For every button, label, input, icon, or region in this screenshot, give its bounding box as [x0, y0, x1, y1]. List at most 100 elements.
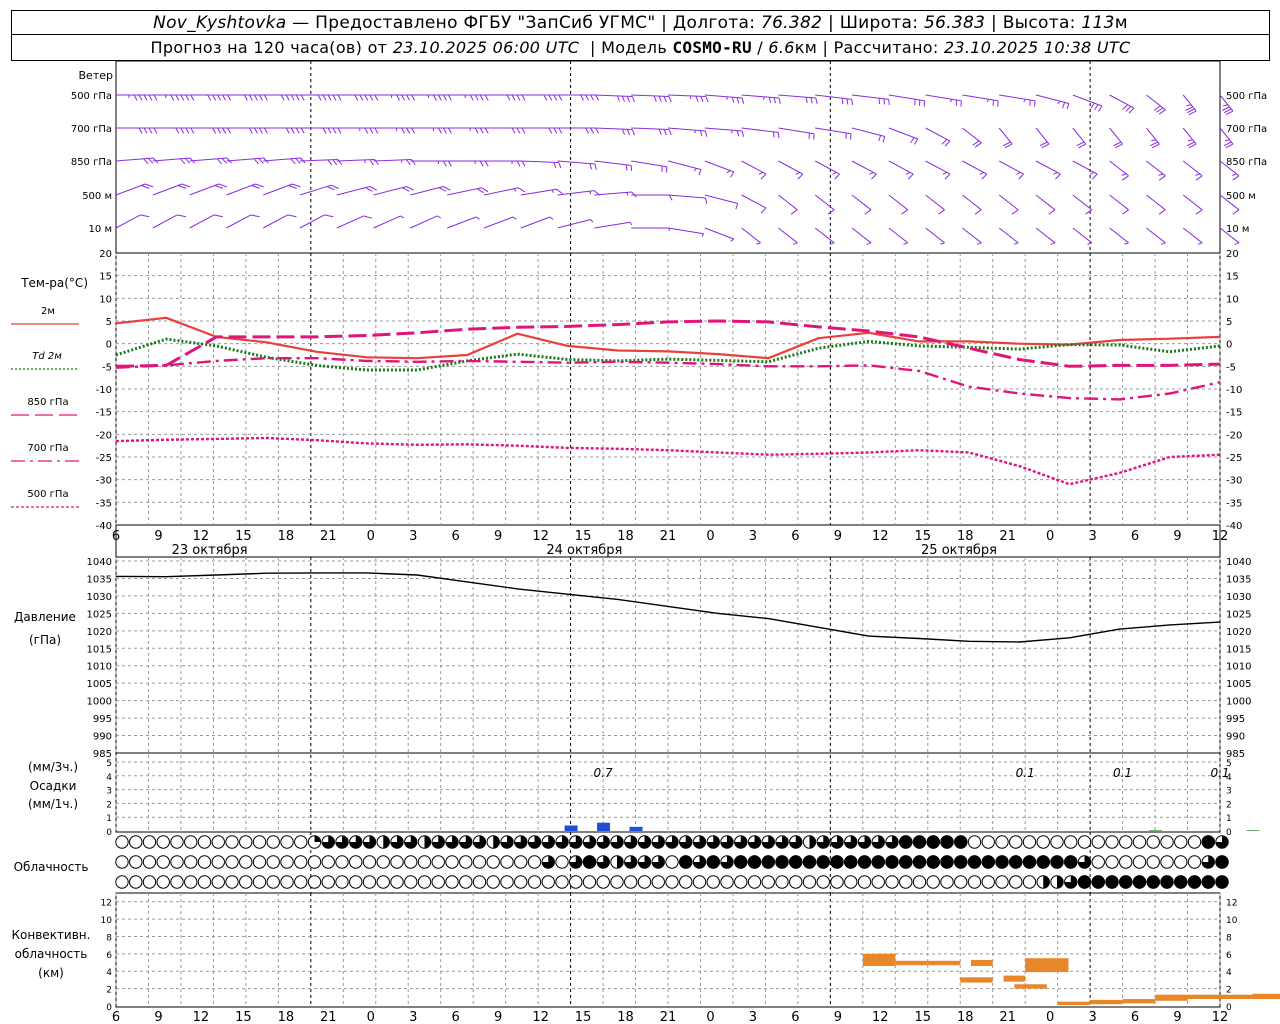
temp-legend-label: Td 2м [32, 351, 62, 362]
wind-barb [336, 186, 378, 196]
cloud-symbol [1146, 855, 1160, 869]
conv-tick-label-right: 6 [1226, 951, 1232, 961]
temp-tick-label-left: 10 [99, 294, 112, 305]
pressure-tick-label-left: 1000 [87, 697, 112, 708]
time-tick-label: 9 [154, 1010, 162, 1024]
time-tick-label: 15 [575, 1010, 592, 1024]
wind-barb [925, 194, 945, 215]
wind-barb [851, 227, 872, 245]
cloud-symbol [156, 855, 170, 869]
temp-tick-label-right: 15 [1226, 272, 1239, 283]
time-tick-label: 6 [1131, 1010, 1139, 1024]
wind-barb [189, 94, 232, 101]
wind-barb [410, 186, 451, 196]
cloud-symbol [156, 835, 170, 849]
time-tick-label: 21 [660, 1010, 677, 1024]
cloud-symbol-fill [1119, 875, 1133, 889]
cloud-symbol [142, 855, 157, 869]
wind-barb [116, 127, 158, 134]
cloud-symbol-fill [789, 855, 803, 869]
time-tick-label: 0 [367, 1010, 375, 1024]
cloud-symbol [981, 875, 995, 889]
cloud-symbol [362, 855, 377, 869]
time-tick-label: 0 [367, 529, 375, 544]
pressure-tick-label-left: 1035 [87, 574, 112, 585]
temp-tick-label-left: -15 [96, 408, 112, 419]
cloud-symbol [252, 875, 267, 889]
wind-barb [1035, 194, 1056, 215]
precip-bar [564, 825, 578, 831]
time-tick-label: 12 [193, 529, 210, 544]
time-tick-label: 9 [834, 529, 842, 544]
precip-tick-label-left: 2 [106, 800, 112, 810]
pressure-axis-label: Давление [14, 610, 76, 624]
pressure-tick-label-left: 1005 [87, 679, 112, 690]
cloud-symbol [527, 875, 542, 889]
wind-barb [557, 127, 600, 134]
cloud-symbol [500, 855, 514, 869]
wind-barb [925, 160, 951, 180]
wind-barb [594, 127, 635, 136]
wind-barb [1072, 194, 1093, 215]
cloud-symbol [514, 875, 528, 889]
cloud-symbol [486, 875, 500, 889]
wind-barb [115, 214, 150, 229]
wind-barb [814, 160, 840, 180]
temp-legend-label: 2м [41, 306, 55, 317]
cloud-symbol [211, 835, 225, 849]
wind-barb [667, 160, 702, 176]
precip-bar [629, 826, 643, 831]
cloud-symbol-fill [679, 855, 693, 869]
conv-cloud-block [1155, 994, 1188, 1001]
time-tick-label: 21 [999, 529, 1016, 544]
wind-barb [410, 215, 442, 229]
wind-barb [741, 94, 781, 104]
temp-tick-label-right: -25 [1226, 453, 1242, 464]
precip-tick-label-left: 1 [106, 814, 112, 824]
cloud-symbol [527, 855, 542, 869]
wind-barb [299, 159, 343, 166]
cloud-symbol-fill [816, 855, 830, 869]
time-tick-label: 0 [1046, 529, 1054, 544]
cloud-symbol [252, 855, 267, 869]
wind-barb [667, 227, 705, 237]
cloud-symbol-fill [1174, 875, 1188, 889]
time-tick-label: 15 [235, 529, 252, 544]
cloud-symbol [225, 855, 239, 869]
temp-tick-label-left: -35 [96, 498, 112, 509]
cloud-symbol [459, 855, 473, 869]
time-tick-label: 12 [872, 529, 889, 544]
cloud-symbol [335, 875, 349, 889]
precip-total-label: 0.1 [1210, 766, 1229, 780]
cloud-symbol [156, 875, 170, 889]
cloud-symbol [115, 835, 129, 849]
cloud-symbol [555, 855, 569, 869]
cloud-symbol-fill [912, 855, 927, 869]
wind-barb [483, 187, 526, 196]
time-tick-label: 18 [617, 529, 634, 544]
cloud-symbol-fill [940, 855, 954, 869]
cloud-symbol [967, 875, 982, 889]
cloud-symbol-fill [940, 835, 954, 849]
conv-axis-label: Конвективн. [12, 928, 91, 942]
conv-cloud-block [960, 977, 993, 983]
temp-tick-label-right: 0 [1226, 340, 1232, 351]
pressure-tick-label-right: 1005 [1226, 679, 1251, 690]
time-tick-label: 15 [914, 529, 931, 544]
cloud-symbol-fill [995, 855, 1009, 869]
wind-barb [962, 127, 982, 148]
pressure-tick-label-right: 1025 [1226, 609, 1251, 620]
time-tick-label: 21 [660, 529, 677, 544]
cloud-symbol [1022, 875, 1037, 889]
wind-barb [299, 184, 339, 196]
wind-barb [483, 216, 517, 229]
wind-barb [962, 160, 988, 180]
cloud-symbol-fill [1201, 835, 1215, 849]
time-tick-label: 6 [791, 529, 799, 544]
temp-legend-label: 850 гПа [27, 397, 68, 408]
cloud-symbol-fill [1091, 875, 1105, 889]
conv-axis-label: (км) [38, 966, 64, 980]
cloud-symbol [321, 875, 335, 889]
cloud-symbol [211, 855, 225, 869]
wind-barb [152, 94, 195, 101]
